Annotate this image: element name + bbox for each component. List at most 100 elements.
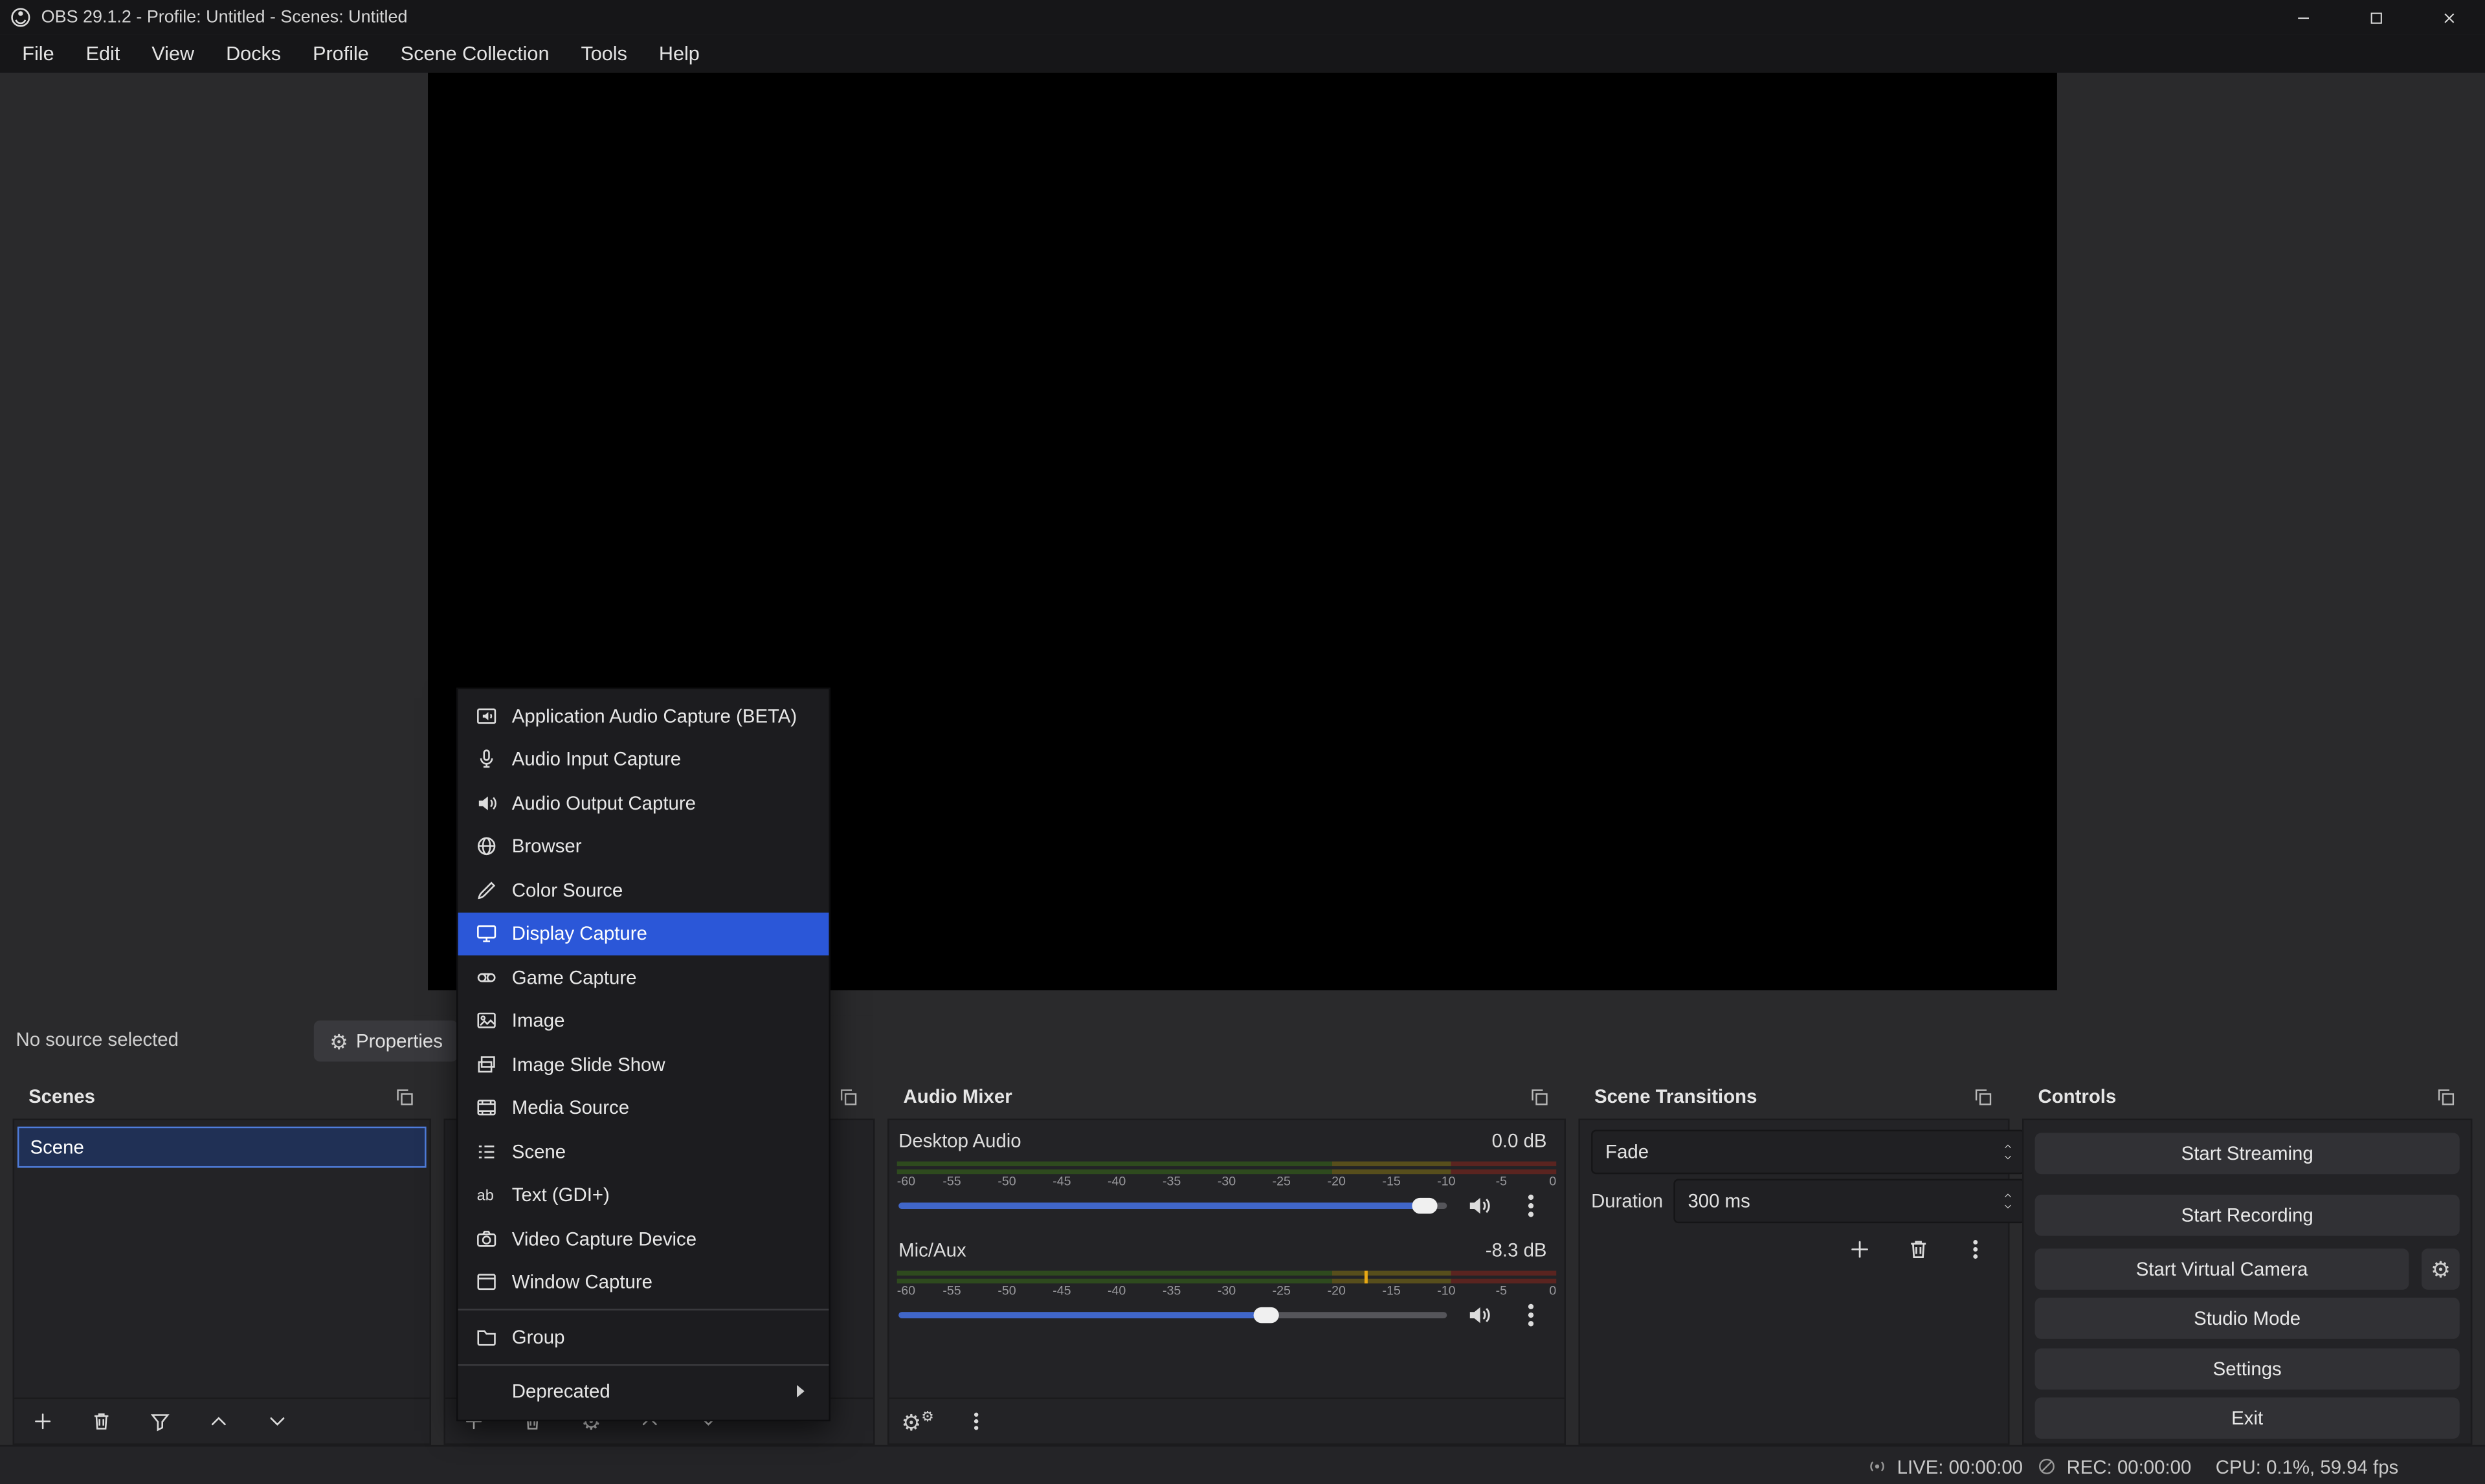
menu-item-browser[interactable]: Browser: [458, 825, 829, 868]
scene-transitions-title: Scene Transitions: [1594, 1085, 1757, 1107]
transition-select[interactable]: Fade: [1591, 1130, 2025, 1175]
scene-move-up-button[interactable]: [203, 1406, 234, 1437]
add-transition-button[interactable]: [1840, 1230, 1878, 1268]
menu-item-label: Media Source: [512, 1097, 629, 1119]
controls-dock: Controls Start Streaming Start Recording…: [2022, 1074, 2472, 1445]
scene-filters-button[interactable]: [144, 1406, 176, 1437]
popout-icon[interactable]: [395, 1086, 416, 1107]
remove-scene-button[interactable]: [85, 1406, 117, 1437]
meter-scale: -60 -55 -50 -45 -40 -35 -30 -25 -20 -15 …: [897, 1283, 1556, 1299]
gears-icon: ⚙⚙: [901, 1410, 934, 1433]
combo-arrows[interactable]: [2001, 1142, 2014, 1162]
popout-icon[interactable]: [838, 1086, 859, 1107]
volume-slider[interactable]: [898, 1312, 1447, 1318]
menu-item-group[interactable]: Group: [458, 1315, 829, 1358]
camera-icon: [475, 1228, 497, 1250]
close-button[interactable]: [2412, 0, 2485, 35]
transition-selected-value: Fade: [1605, 1141, 1649, 1163]
gear-icon: ⚙: [329, 1031, 348, 1052]
menu-edit[interactable]: Edit: [70, 35, 136, 73]
exit-button[interactable]: Exit: [2035, 1397, 2460, 1439]
speaker-icon: [1466, 1193, 1491, 1219]
channel-options-button[interactable]: [1517, 1191, 1545, 1220]
minimize-button[interactable]: [2266, 0, 2339, 35]
mixer-options-button[interactable]: [961, 1406, 992, 1437]
menu-item-label: Application Audio Capture (BETA): [512, 705, 797, 727]
start-streaming-button[interactable]: Start Streaming: [2035, 1133, 2460, 1175]
remove-transition-button[interactable]: [1899, 1230, 1937, 1268]
globe-icon: [475, 836, 497, 858]
channel-level: -8.3 dB: [1486, 1239, 1547, 1261]
menu-item-game-capture[interactable]: Game Capture: [458, 955, 829, 999]
menu-item-label: Scene: [512, 1140, 566, 1162]
folder-icon: [475, 1326, 497, 1348]
chevron-down-icon: [2001, 1202, 2014, 1212]
mute-toggle-button[interactable]: [1466, 1303, 1491, 1328]
menu-item-audio-input-capture[interactable]: Audio Input Capture: [458, 738, 829, 781]
menu-item-scene[interactable]: Scene: [458, 1130, 829, 1173]
menu-item-label: Audio Input Capture: [512, 748, 681, 770]
menu-item-label: Text (GDI+): [512, 1184, 610, 1206]
speaker-icon: [475, 792, 497, 814]
menu-item-text-gdi[interactable]: Text (GDI+): [458, 1173, 829, 1217]
menu-item-display-capture[interactable]: Display Capture: [458, 912, 829, 955]
controls-title: Controls: [2038, 1085, 2117, 1107]
virtual-camera-settings-button[interactable]: ⚙: [2422, 1248, 2460, 1290]
popout-icon[interactable]: [1530, 1086, 1550, 1107]
text-icon: [475, 1184, 497, 1206]
menu-item-color-source[interactable]: Color Source: [458, 869, 829, 912]
kebab-icon: [1963, 1237, 1987, 1261]
menu-view[interactable]: View: [136, 35, 210, 73]
menu-item-video-capture-device[interactable]: Video Capture Device: [458, 1217, 829, 1260]
properties-button[interactable]: ⚙ Properties: [314, 1021, 459, 1062]
menu-separator: [458, 1309, 829, 1310]
menu-docks[interactable]: Docks: [210, 35, 297, 73]
menu-item-label: Color Source: [512, 879, 623, 901]
menu-item-audio-output-capture[interactable]: Audio Output Capture: [458, 781, 829, 825]
slider-handle[interactable]: [1412, 1198, 1438, 1213]
kebab-icon: [1517, 1301, 1545, 1329]
mute-toggle-button[interactable]: [1466, 1193, 1491, 1219]
menu-item-image-slide-show[interactable]: Image Slide Show: [458, 1043, 829, 1086]
volume-slider[interactable]: [898, 1202, 1447, 1209]
advanced-audio-button[interactable]: ⚙⚙: [902, 1406, 933, 1437]
start-recording-button[interactable]: Start Recording: [2035, 1195, 2460, 1236]
menu-tools[interactable]: Tools: [565, 35, 643, 73]
menu-item-label: Video Capture Device: [512, 1228, 696, 1250]
menu-item-deprecated[interactable]: Deprecated: [458, 1370, 829, 1413]
menu-file[interactable]: File: [6, 35, 70, 73]
cpu-status: CPU: 0.1%, 59.94 fps: [2216, 1446, 2399, 1484]
submenu-arrow-icon: [789, 1380, 811, 1402]
spinbox-arrows[interactable]: [2001, 1191, 2014, 1212]
channel-options-button[interactable]: [1517, 1301, 1545, 1329]
menu-scene-collection[interactable]: Scene Collection: [384, 35, 565, 73]
transition-options-button[interactable]: [1956, 1230, 1994, 1268]
gamepad-icon: [475, 966, 497, 988]
menu-help[interactable]: Help: [643, 35, 715, 73]
start-virtual-camera-button[interactable]: Start Virtual Camera: [2035, 1248, 2409, 1290]
popout-icon[interactable]: [2436, 1086, 2457, 1107]
menu-separator: [458, 1364, 829, 1365]
scene-move-down-button[interactable]: [262, 1406, 293, 1437]
chevron-up-icon: [2001, 1191, 2014, 1201]
display-icon: [475, 923, 497, 945]
slider-handle[interactable]: [1253, 1307, 1278, 1323]
popout-icon[interactable]: [1973, 1086, 1994, 1107]
menu-profile[interactable]: Profile: [297, 35, 385, 73]
maximize-button[interactable]: [2339, 0, 2413, 35]
scene-list-item[interactable]: Scene: [17, 1127, 427, 1168]
settings-button[interactable]: Settings: [2035, 1349, 2460, 1390]
filter-icon: [149, 1410, 171, 1432]
menu-item-application-audio-capture[interactable]: Application Audio Capture (BETA): [458, 694, 829, 737]
menu-item-label: Deprecated: [512, 1380, 610, 1402]
menu-item-media-source[interactable]: Media Source: [458, 1086, 829, 1129]
menu-item-window-capture[interactable]: Window Capture: [458, 1261, 829, 1304]
trash-icon: [91, 1410, 113, 1432]
duration-spinbox[interactable]: 300 ms: [1673, 1179, 2025, 1224]
application-audio-icon: [475, 705, 497, 727]
add-scene-button[interactable]: [27, 1406, 59, 1437]
menu-item-image[interactable]: Image: [458, 999, 829, 1043]
studio-mode-button[interactable]: Studio Mode: [2035, 1298, 2460, 1339]
plus-icon: [32, 1410, 54, 1432]
maximize-icon: [2367, 8, 2385, 26]
